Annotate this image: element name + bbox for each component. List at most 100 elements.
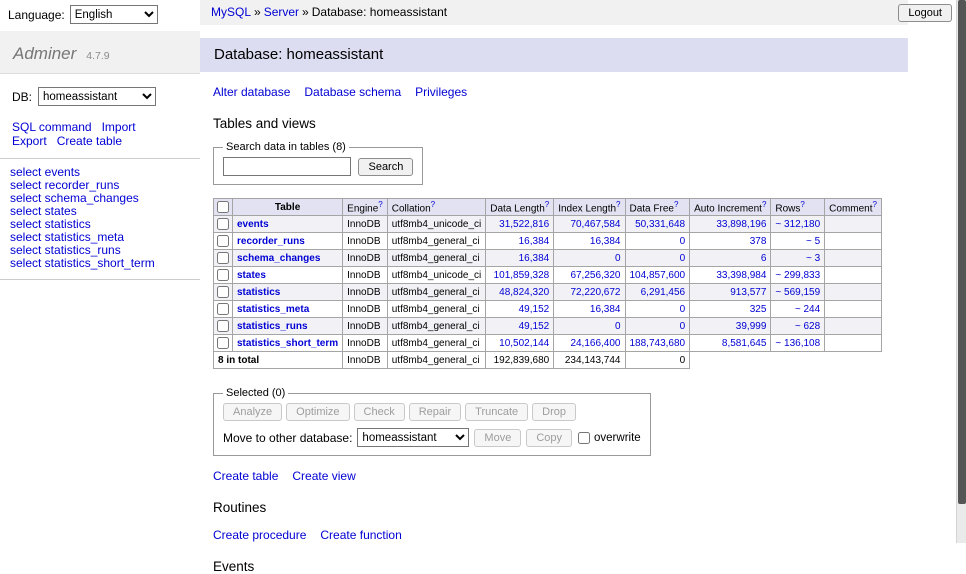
move-button[interactable]: Move xyxy=(474,429,521,447)
index-length-link[interactable]: 16,384 xyxy=(590,304,621,315)
doc-help-link[interactable]: ? xyxy=(873,200,877,209)
data-free-link[interactable]: 0 xyxy=(680,321,686,332)
sidebar-select-recorder-runs[interactable]: select recorder_runs xyxy=(10,179,200,192)
doc-help-link[interactable]: ? xyxy=(616,200,620,209)
table-link-statistics-meta[interactable]: statistics_meta xyxy=(237,304,309,315)
row-checkbox[interactable] xyxy=(217,235,229,247)
table-link-statistics-short-term[interactable]: statistics_short_term xyxy=(237,338,338,349)
index-length-link[interactable]: 16,384 xyxy=(590,236,621,247)
rows-link[interactable]: ~ 136,108 xyxy=(775,338,820,349)
index-length-link[interactable]: 72,220,672 xyxy=(570,287,620,298)
action-alter-database[interactable]: Alter database xyxy=(213,85,290,99)
link-create-table[interactable]: Create table xyxy=(213,469,278,483)
row-checkbox[interactable] xyxy=(217,252,229,264)
sidebar-select-schema-changes[interactable]: select schema_changes xyxy=(10,192,200,205)
action-database-schema[interactable]: Database schema xyxy=(304,85,401,99)
optimize-button[interactable]: Optimize xyxy=(286,403,349,421)
auto-increment-link[interactable]: 8,581,645 xyxy=(722,338,767,349)
table-link-states[interactable]: states xyxy=(237,270,266,281)
sidebar-select-statistics[interactable]: select statistics xyxy=(10,218,200,231)
sidebar-link-export[interactable]: Export xyxy=(12,134,47,148)
truncate-button[interactable]: Truncate xyxy=(465,403,528,421)
table-link-events[interactable]: events xyxy=(237,219,269,230)
sidebar-link-import[interactable]: Import xyxy=(102,120,136,134)
action-privileges[interactable]: Privileges xyxy=(415,85,467,99)
auto-increment-link[interactable]: 39,999 xyxy=(736,321,767,332)
repair-button[interactable]: Repair xyxy=(409,403,461,421)
doc-help-link[interactable]: ? xyxy=(800,200,804,209)
doc-help-link[interactable]: ? xyxy=(545,200,549,209)
search-button[interactable]: Search xyxy=(358,158,413,176)
row-checkbox[interactable] xyxy=(217,218,229,230)
breadcrumb-server-link[interactable]: Server xyxy=(264,5,299,19)
rows-link[interactable]: ~ 312,180 xyxy=(775,219,820,230)
data-length-link[interactable]: 49,152 xyxy=(519,321,550,332)
link-create-function[interactable]: Create function xyxy=(320,528,401,542)
rows-link[interactable]: ~ 5 xyxy=(806,236,820,247)
rows-link[interactable]: ~ 3 xyxy=(806,253,820,264)
table-link-statistics-runs[interactable]: statistics_runs xyxy=(237,321,308,332)
db-select[interactable]: homeassistant xyxy=(38,87,156,106)
rows-link[interactable]: ~ 299,833 xyxy=(775,270,820,281)
index-length-link[interactable]: 24,166,400 xyxy=(570,338,620,349)
row-checkbox[interactable] xyxy=(217,320,229,332)
data-free-link[interactable]: 6,291,456 xyxy=(641,287,686,298)
index-length-link[interactable]: 67,256,320 xyxy=(570,270,620,281)
sidebar-select-statistics-runs[interactable]: select statistics_runs xyxy=(10,244,200,257)
check-button[interactable]: Check xyxy=(354,403,405,421)
row-checkbox[interactable] xyxy=(217,303,229,315)
table-link-recorder-runs[interactable]: recorder_runs xyxy=(237,236,305,247)
index-length-link[interactable]: 0 xyxy=(615,253,621,264)
table-link-schema-changes[interactable]: schema_changes xyxy=(237,253,320,264)
index-length-link[interactable]: 0 xyxy=(615,321,621,332)
auto-increment-link[interactable]: 6 xyxy=(761,253,767,264)
search-input[interactable] xyxy=(223,157,351,176)
data-free-link[interactable]: 104,857,600 xyxy=(630,270,686,281)
language-select[interactable]: English xyxy=(70,5,158,24)
doc-help-link[interactable]: ? xyxy=(674,200,678,209)
data-free-link[interactable]: 0 xyxy=(680,304,686,315)
sidebar-link-sql-command[interactable]: SQL command xyxy=(12,120,92,134)
select-all-checkbox[interactable] xyxy=(217,201,229,213)
auto-increment-link[interactable]: 33,398,984 xyxy=(716,270,766,281)
doc-help-link[interactable]: ? xyxy=(762,200,766,209)
auto-increment-link[interactable]: 33,898,196 xyxy=(716,219,766,230)
data-length-link[interactable]: 10,502,144 xyxy=(499,338,549,349)
data-length-link[interactable]: 31,522,816 xyxy=(499,219,549,230)
rows-link[interactable]: ~ 569,159 xyxy=(775,287,820,298)
rows-link[interactable]: ~ 628 xyxy=(795,321,820,332)
row-checkbox[interactable] xyxy=(217,337,229,349)
sidebar-select-statistics-short-term[interactable]: select statistics_short_term xyxy=(10,257,200,270)
doc-help-link[interactable]: ? xyxy=(378,200,382,209)
copy-button[interactable]: Copy xyxy=(526,429,572,447)
analyze-button[interactable]: Analyze xyxy=(223,403,282,421)
link-create-procedure[interactable]: Create procedure xyxy=(213,528,306,542)
table-link-statistics[interactable]: statistics xyxy=(237,287,280,298)
auto-increment-link[interactable]: 913,577 xyxy=(730,287,766,298)
data-free-link[interactable]: 0 xyxy=(680,236,686,247)
sidebar-select-states[interactable]: select states xyxy=(10,205,200,218)
data-free-link[interactable]: 50,331,648 xyxy=(635,219,685,230)
data-length-link[interactable]: 16,384 xyxy=(519,253,550,264)
breadcrumb-mysql-link[interactable]: MySQL xyxy=(211,5,251,19)
logout-button[interactable]: Logout xyxy=(898,4,952,22)
doc-help-link[interactable]: ? xyxy=(431,200,435,209)
index-length-link[interactable]: 70,467,584 xyxy=(570,219,620,230)
data-free-link[interactable]: 0 xyxy=(680,253,686,264)
vertical-scrollbar[interactable] xyxy=(956,0,966,543)
overwrite-checkbox[interactable] xyxy=(578,432,590,444)
auto-increment-link[interactable]: 378 xyxy=(750,236,767,247)
data-length-link[interactable]: 49,152 xyxy=(519,304,550,315)
row-checkbox[interactable] xyxy=(217,269,229,281)
data-length-link[interactable]: 48,824,320 xyxy=(499,287,549,298)
row-checkbox[interactable] xyxy=(217,286,229,298)
data-length-link[interactable]: 16,384 xyxy=(519,236,550,247)
sidebar-link-create-table[interactable]: Create table xyxy=(57,134,122,148)
sidebar-select-events[interactable]: select events xyxy=(10,166,200,179)
auto-increment-link[interactable]: 325 xyxy=(750,304,767,315)
scrollbar-thumb[interactable] xyxy=(958,0,966,504)
drop-button[interactable]: Drop xyxy=(532,403,576,421)
data-length-link[interactable]: 101,859,328 xyxy=(494,270,550,281)
link-create-view[interactable]: Create view xyxy=(292,469,355,483)
rows-link[interactable]: ~ 244 xyxy=(795,304,820,315)
